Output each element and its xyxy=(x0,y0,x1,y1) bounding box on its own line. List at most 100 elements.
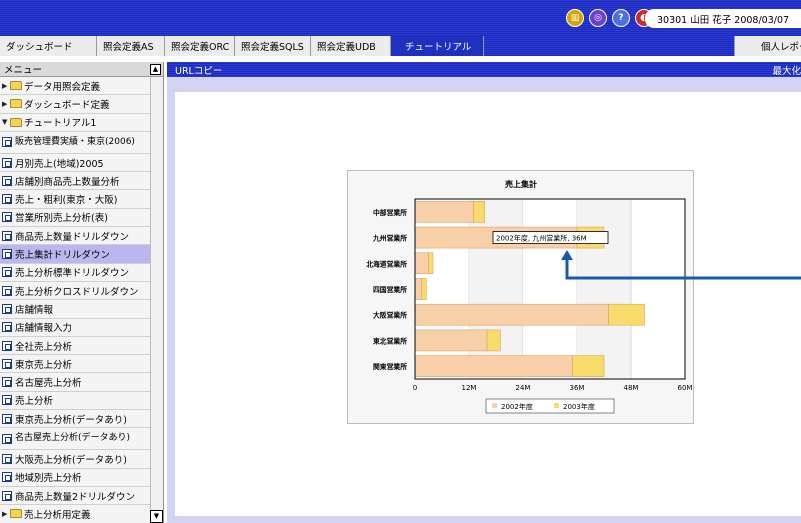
report-icon xyxy=(2,303,12,314)
menu-report-item[interactable]: 売上集計ドリルダウン xyxy=(0,245,150,264)
folder-icon xyxy=(10,81,22,91)
menu-item-label: 売上集計ドリルダウン xyxy=(15,250,111,262)
category-label: 四国営業所 xyxy=(373,285,407,294)
bar-series1 xyxy=(414,201,474,223)
menu-item-label: 地域別売上分析 xyxy=(15,473,82,485)
folder-item[interactable]: ▶ ダッシュボード定義 xyxy=(0,95,150,114)
menu-item-label: 売上分析 xyxy=(15,396,54,408)
menu-report-item[interactable]: 東京売上分析(データあり) xyxy=(0,410,150,429)
menu-scrollbar[interactable] xyxy=(150,77,163,523)
folder-icon xyxy=(10,117,22,127)
bar-series2 xyxy=(608,303,645,326)
x-tick-label: 24M xyxy=(516,384,531,392)
scroll-up-icon[interactable]: ▲ xyxy=(150,64,161,75)
menu-item-label: 大阪売上分析(データあり) xyxy=(15,454,127,466)
menu-report-item[interactable]: 売上分析標準ドリルダウン xyxy=(0,264,150,282)
report-icon xyxy=(2,377,12,388)
menu-item-label: 売上分析クロスドリルダウン xyxy=(15,286,139,298)
menu-report-item[interactable]: 店舗別商品売上数量分析 xyxy=(0,172,150,191)
report-icon xyxy=(2,453,12,464)
help-icon[interactable]: ? xyxy=(612,9,630,27)
content-header: URLコピー 最大化 xyxy=(167,62,801,77)
legend-label: 2002年度 xyxy=(501,402,533,411)
tab-tutorial[interactable]: チュートリアル xyxy=(391,36,484,56)
grid-band xyxy=(469,200,523,378)
tab-personal-report[interactable]: 個人レポート xyxy=(734,36,801,56)
tab-dashboard[interactable]: ダッシュボード xyxy=(0,36,97,56)
report-icon xyxy=(2,490,12,501)
scroll-down-icon[interactable]: ▼ xyxy=(150,510,163,523)
menu-item-label: 名古屋売上分析(データあり) xyxy=(15,433,131,444)
collapsed-arrow-icon[interactable]: ▶ xyxy=(2,100,9,108)
category-label: 関東営業所 xyxy=(373,362,407,371)
bar-series2 xyxy=(572,355,605,377)
report-icon xyxy=(2,175,12,186)
folder-label: ダッシュボード定義 xyxy=(24,99,110,111)
user-info: 30301 山田 花子 2008/03/07 xyxy=(645,9,801,28)
chart-container: 売上集計 0 12M 24M 36M 48M 60M 中部営業所 九州営業所 北海道営業所 四国営業… xyxy=(347,170,694,424)
collapsed-arrow-icon[interactable]: ▶ xyxy=(2,82,9,90)
folder-label: 売上分析用定義 xyxy=(24,509,91,521)
report-icon xyxy=(2,340,12,351)
bar-series1 xyxy=(414,303,609,326)
menu-item-label: 月別売上(地域)2005 xyxy=(15,158,104,170)
bar-series1 xyxy=(414,329,488,352)
menu-item-label: 東京売上分析 xyxy=(15,359,73,371)
menu-item-label: 営業所別売上分析(表) xyxy=(15,213,108,225)
folder-label: データ用照会定義 xyxy=(24,81,101,93)
bar-series1 xyxy=(414,278,423,300)
bar-series1 xyxy=(414,252,429,275)
menu-report-item[interactable]: 売上・粗利(東京・大阪) xyxy=(0,190,150,209)
menu-item-label: 商品売上数量ドリルダウン xyxy=(15,231,130,243)
collapsed-arrow-icon[interactable]: ▶ xyxy=(2,510,9,518)
menu-report-item[interactable]: 店舗情報入力 xyxy=(0,319,150,337)
menu-report-item[interactable]: 商品売上数量2ドリルダウン xyxy=(0,487,150,506)
category-label: 東北営業所 xyxy=(372,336,407,345)
menu-item-label: 売上・粗利(東京・大阪) xyxy=(15,195,118,207)
report-icon xyxy=(2,395,12,406)
bar-series1 xyxy=(414,355,573,377)
bar-chart: 売上集計 0 12M 24M 36M 48M 60M 中部営業所九州営業所北海道営業所四国営業… xyxy=(366,179,692,414)
document-link-icon[interactable]: ◎ xyxy=(589,9,607,27)
menu-report-item[interactable]: 売上分析クロスドリルダウン xyxy=(0,282,150,301)
folder-item[interactable]: ▶ 売上分析用定義 xyxy=(0,505,150,523)
menu-item-label: 店舗情報入力 xyxy=(15,323,73,335)
menu-report-item[interactable]: 販売管理費実績・東京(2006) xyxy=(0,132,150,154)
menu-report-item[interactable]: 名古屋売上分析(データあり) xyxy=(0,428,150,451)
menu-report-item[interactable]: 東京売上分析 xyxy=(0,355,150,374)
menu-report-item[interactable]: 店舗情報 xyxy=(0,300,150,319)
menu-report-item[interactable]: 月別売上(地域)2005 xyxy=(0,154,150,173)
report-icon xyxy=(2,433,12,444)
tab-query-orc[interactable]: 照会定義ORC xyxy=(165,36,235,56)
report-icon xyxy=(2,267,12,278)
category-label: 中部営業所 xyxy=(373,208,407,217)
menu-report-item[interactable]: 地域別売上分析 xyxy=(0,469,150,487)
report-icon xyxy=(2,413,12,424)
folder-item[interactable]: ▼ チュートリアル1 xyxy=(0,113,150,132)
legend-label: 2003年度 xyxy=(563,402,595,411)
menu-item-label: 東京売上分析(データあり) xyxy=(15,414,127,426)
tab-query-udb[interactable]: 照会定義UDB xyxy=(311,36,391,56)
menu-panel: メニュー ▲ ▶ データ用照会定義 ▶ ダッシュボード定義 ▼ チュートリアル1 販売管理費… xyxy=(0,62,164,523)
menu-item-label: 販売管理費実績・東京(2006) xyxy=(15,136,135,147)
tab-query-as[interactable]: 照会定義AS xyxy=(97,36,165,56)
chart-report-icon[interactable]: ▥ xyxy=(566,9,584,27)
menu-report-item[interactable]: 商品売上数量ドリルダウン xyxy=(0,227,150,246)
report-icon xyxy=(2,322,12,333)
report-icon xyxy=(2,137,12,148)
menu-report-item[interactable]: 売上分析 xyxy=(0,392,150,411)
category-label: 大阪営業所 xyxy=(373,311,407,320)
maximize-button[interactable]: 最大化 xyxy=(772,62,801,77)
url-copy-link[interactable]: URLコピー xyxy=(175,63,222,77)
report-icon xyxy=(2,249,12,260)
menu-report-item[interactable]: 名古屋売上分析 xyxy=(0,373,150,392)
expanded-arrow-icon[interactable]: ▼ xyxy=(2,118,9,126)
x-tick-label: 12M xyxy=(462,384,477,392)
folder-label: チュートリアル1 xyxy=(24,118,97,130)
report-icon xyxy=(2,157,12,168)
folder-item[interactable]: ▶ データ用照会定義 xyxy=(0,77,150,96)
menu-report-item[interactable]: 全社売上分析 xyxy=(0,337,150,356)
menu-report-item[interactable]: 大阪売上分析(データあり) xyxy=(0,450,150,469)
menu-report-item[interactable]: 営業所別売上分析(表) xyxy=(0,209,150,228)
tab-query-sqls[interactable]: 照会定義SQLS xyxy=(235,36,311,56)
